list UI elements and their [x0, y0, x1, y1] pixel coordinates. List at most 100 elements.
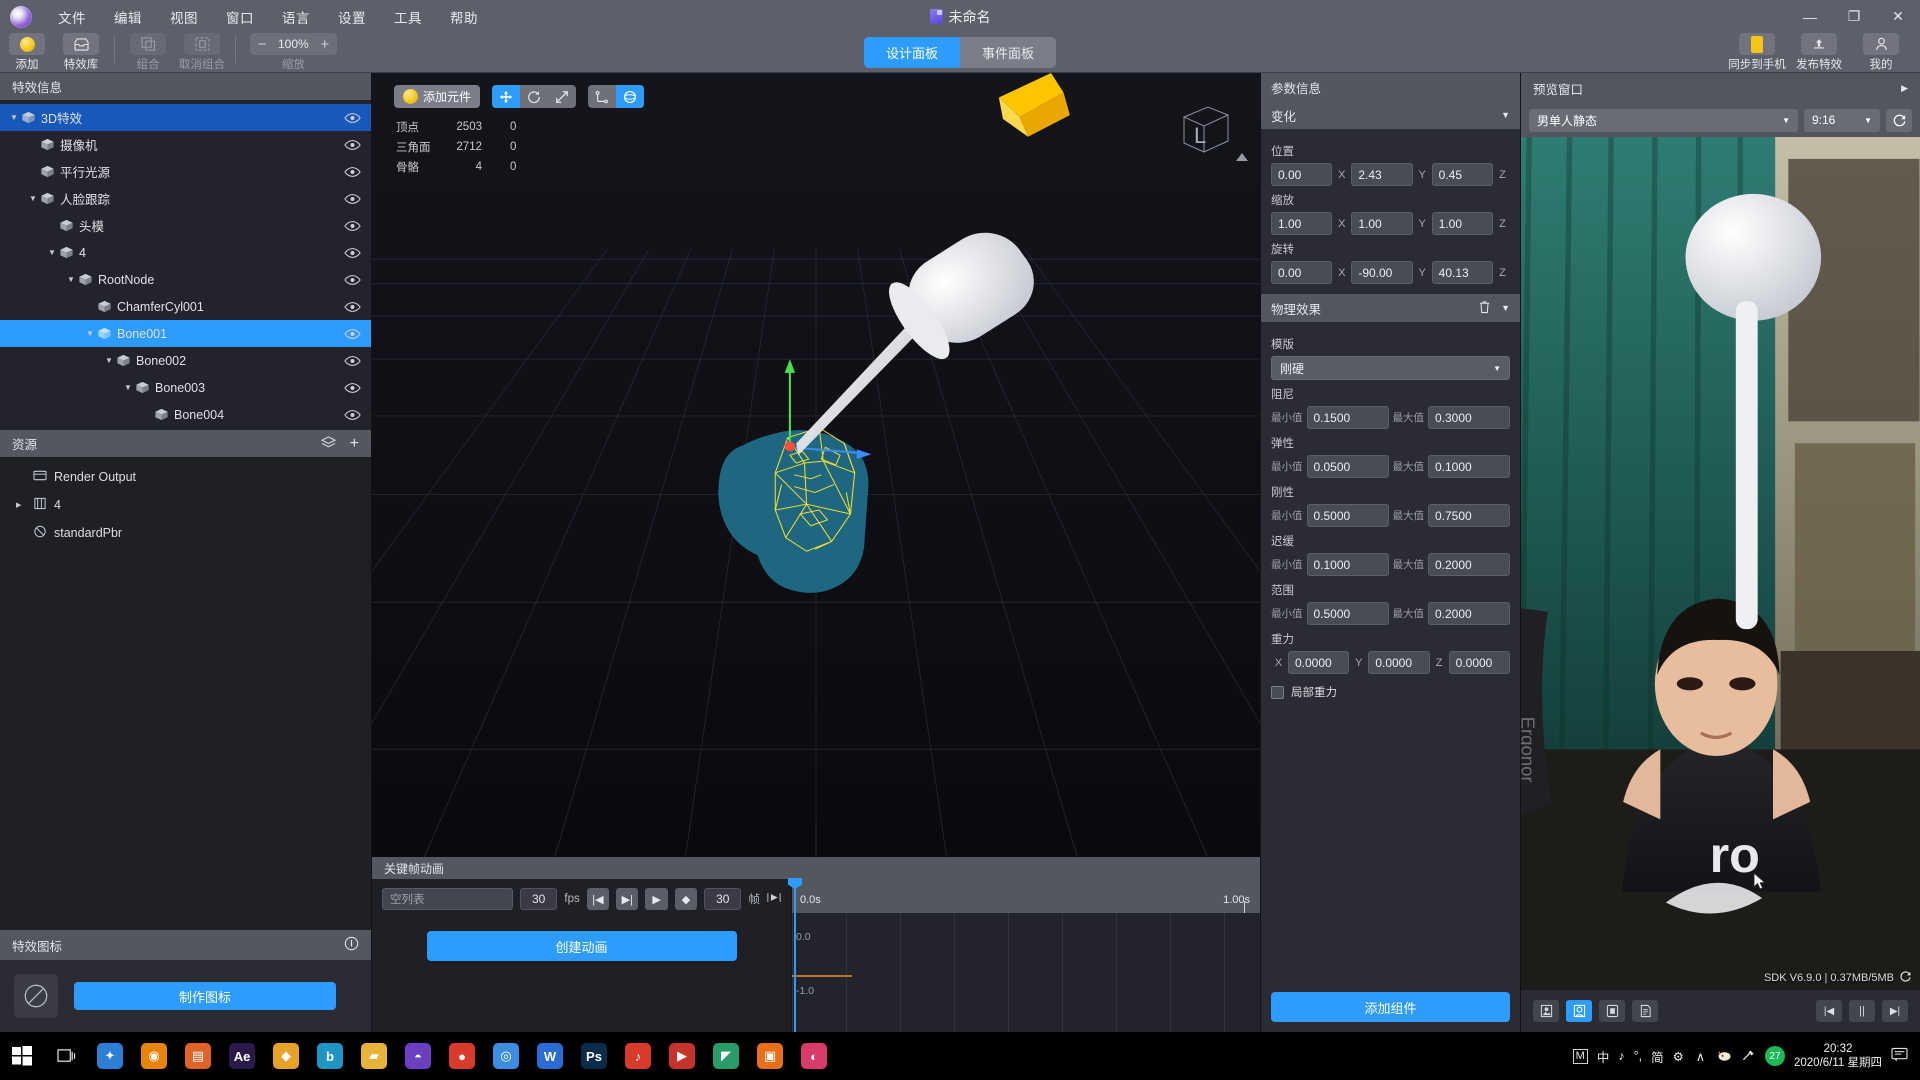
tree-node-头模[interactable]: 头模	[0, 212, 371, 239]
move-tool[interactable]	[492, 85, 521, 108]
toolbar-ungroup[interactable]: 取消组合	[175, 33, 229, 72]
ime-simple[interactable]: 简	[1651, 1047, 1664, 1066]
chevron-up-icon[interactable]: ∧	[1696, 1049, 1705, 1064]
rotation-y-input[interactable]: -90.00	[1351, 261, 1413, 284]
menu-settings[interactable]: 设置	[324, 3, 380, 31]
app-firefox[interactable]: ◉	[132, 1032, 176, 1080]
tree-node-rootnode[interactable]: ▼ RootNode	[0, 266, 371, 293]
info-icon[interactable]	[344, 936, 359, 954]
app-ps[interactable]: Ps	[572, 1032, 616, 1080]
trash-icon[interactable]	[1478, 300, 1491, 317]
rotation-z-input[interactable]: 40.13	[1431, 261, 1493, 284]
create-animation-button[interactable]: 创建动画	[426, 931, 737, 961]
timeline-ruler[interactable]: 0.0s 1.00s	[792, 879, 1260, 913]
physics-max-input[interactable]: 0.7500	[1428, 504, 1510, 527]
zoom-out-button[interactable]: −	[254, 36, 270, 53]
physics-min-input[interactable]: 0.1500	[1306, 406, 1389, 429]
visibility-eye-icon[interactable]	[344, 382, 361, 394]
tree-expand-arrow[interactable]: ▼	[103, 356, 115, 365]
task-view-button[interactable]	[44, 1032, 88, 1080]
fps-input[interactable]: 30	[519, 888, 558, 910]
tree-node-摄像机[interactable]: 摄像机	[0, 131, 371, 158]
3d-viewport[interactable]: 添加元件 顶点 2503 0 三角面 2712 0 骨骼 4 0 L	[372, 73, 1260, 857]
local-gravity-checkbox[interactable]	[1271, 685, 1284, 699]
preview-ratio-select[interactable]: 9:16 ▼	[1804, 108, 1880, 132]
gravity-z-input[interactable]: 0.0000	[1448, 651, 1510, 674]
position-y-input[interactable]: 2.43	[1351, 163, 1413, 186]
tree-node-bone004[interactable]: Bone004	[0, 401, 371, 428]
app-b[interactable]: b	[308, 1032, 352, 1080]
visibility-eye-icon[interactable]	[344, 409, 361, 421]
physics-min-input[interactable]: 0.0500	[1306, 455, 1389, 478]
frame-input[interactable]: 30	[704, 888, 742, 910]
physics-max-input[interactable]: 0.1000	[1428, 455, 1510, 478]
preview-refresh-button[interactable]	[1886, 108, 1912, 132]
physics-min-input[interactable]: 0.5000	[1306, 504, 1389, 527]
visibility-eye-icon[interactable]	[344, 328, 361, 340]
zoom-in-button[interactable]: +	[317, 36, 333, 53]
ime-lang[interactable]: 中	[1597, 1047, 1610, 1066]
visibility-eye-icon[interactable]	[344, 247, 361, 259]
tab-event-panel[interactable]: 事件面板	[960, 37, 1056, 68]
preview-forward[interactable]: ▶|	[1882, 1000, 1908, 1022]
visibility-eye-icon[interactable]	[344, 301, 361, 313]
position-z-input[interactable]: 0.45	[1431, 163, 1493, 186]
tree-node-平行光源[interactable]: 平行光源	[0, 158, 371, 185]
publish-effect-button[interactable]: 发布特效	[1788, 33, 1850, 72]
resource-item[interactable]: standardPbr	[0, 519, 371, 547]
chevron-down-icon[interactable]: ▼	[1501, 303, 1510, 313]
clip-name-input[interactable]: 空列表	[382, 888, 513, 910]
ime-mark[interactable]: M	[1572, 1048, 1588, 1064]
menu-view[interactable]: 视图	[156, 3, 212, 31]
resource-expand-arrow[interactable]: ▶	[16, 501, 26, 509]
app-purple[interactable]: ◓	[396, 1032, 440, 1080]
notification-icon[interactable]	[1891, 1047, 1908, 1065]
scale-tool[interactable]	[548, 85, 576, 108]
maximize-button[interactable]: ❐	[1832, 0, 1876, 33]
physics-min-input[interactable]: 0.1000	[1306, 553, 1389, 576]
visibility-eye-icon[interactable]	[344, 355, 361, 367]
visibility-eye-icon[interactable]	[344, 139, 361, 151]
preview-mode-log[interactable]	[1632, 1000, 1658, 1022]
preview-mode-camera[interactable]	[1566, 1000, 1592, 1022]
next-frame-button[interactable]: ▶|	[616, 888, 639, 910]
tray-tool-icon[interactable]	[1741, 1048, 1756, 1065]
rotate-tool[interactable]	[520, 85, 548, 108]
timeline-playhead[interactable]	[794, 879, 796, 1032]
menu-tools[interactable]: 工具	[380, 3, 436, 31]
clock[interactable]: 20:32 2020/6/11 星期四	[1794, 1042, 1882, 1071]
tab-design-panel[interactable]: 设计面板	[863, 37, 960, 68]
menu-edit[interactable]: 编辑	[100, 3, 156, 31]
scale-x-input[interactable]: 1.00	[1271, 212, 1333, 235]
ime-punct[interactable]: °,	[1634, 1049, 1642, 1063]
tree-expand-arrow[interactable]: ▼	[8, 113, 20, 122]
resource-item[interactable]: ▶ 4	[0, 491, 371, 519]
plus-icon[interactable]: +	[350, 435, 359, 451]
local-axis-tool[interactable]	[588, 85, 616, 108]
visibility-eye-icon[interactable]	[344, 112, 361, 124]
world-axis-tool[interactable]	[616, 85, 645, 108]
status-badge[interactable]: 27	[1764, 1046, 1785, 1066]
start-button[interactable]	[0, 1032, 44, 1080]
tree-node-chamfercyl001[interactable]: ChamferCyl001	[0, 293, 371, 320]
tray-app-icon[interactable]	[1717, 1048, 1732, 1065]
refresh-icon[interactable]	[1899, 970, 1912, 986]
app-editor[interactable]: ▣	[748, 1032, 792, 1080]
effect-icon-thumbnail[interactable]	[14, 974, 58, 1018]
sync-to-phone-button[interactable]: 同步到手机	[1726, 33, 1788, 72]
app-ae[interactable]: Ae	[220, 1032, 264, 1080]
app-wps[interactable]: W	[528, 1032, 572, 1080]
preview-mode-video[interactable]	[1599, 1000, 1625, 1022]
app-chrome[interactable]: ◎	[484, 1032, 528, 1080]
menu-help[interactable]: 帮助	[436, 3, 492, 31]
local-gravity-row[interactable]: 局部重力	[1271, 684, 1510, 700]
minimize-button[interactable]: —	[1788, 0, 1832, 33]
visibility-eye-icon[interactable]	[344, 193, 361, 205]
add-keyframe-button[interactable]: ◆	[674, 888, 698, 910]
tree-expand-arrow[interactable]: ▼	[84, 329, 96, 338]
close-button[interactable]: ✕	[1876, 0, 1920, 33]
transform-section-header[interactable]: 变化 ▼	[1261, 101, 1520, 129]
preview-pause[interactable]: ||	[1849, 1000, 1875, 1022]
make-icon-button[interactable]: 制作图标	[74, 982, 336, 1010]
prev-frame-button[interactable]: |◀	[586, 888, 610, 910]
